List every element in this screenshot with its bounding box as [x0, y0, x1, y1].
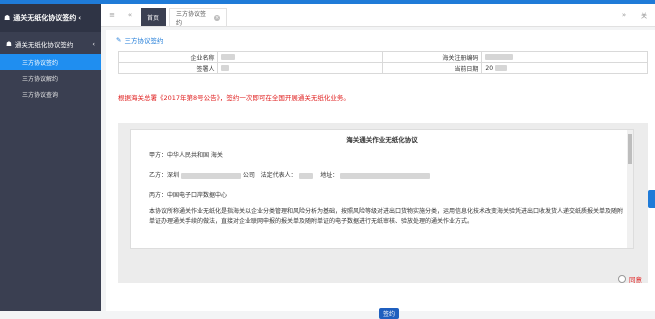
signer-label: 签署人 [117, 62, 219, 74]
date-value-text: 20 [485, 64, 494, 72]
tab-bar-right-label: 关 [641, 12, 648, 20]
table-row: 企业名称 海关注册编码 [117, 51, 648, 63]
radio-circle-icon[interactable] [618, 275, 626, 283]
sidebar-item-terminate[interactable]: 三方协议解约 [0, 70, 101, 86]
scrollbar[interactable] [627, 130, 633, 248]
customs-code-value [481, 51, 648, 63]
side-float-tab[interactable] [648, 190, 655, 208]
chevron-left-icon[interactable]: ‹ [78, 14, 81, 22]
sidebar-group[interactable]: ☗ 通关无纸化协议签约 ‹ [0, 36, 101, 52]
party-b-rep-label: 法定代表人： [260, 172, 297, 179]
sidebar-item-query[interactable]: 三方协议查询 [0, 86, 101, 102]
party-b: 乙方：深圳 公司 法定代表人： 地址： [149, 170, 431, 179]
menu-icon[interactable]: ≡ [103, 4, 121, 26]
company-name-value [217, 51, 383, 63]
main-panel: ✎ 三方协议签约 企业名称 海关注册编码 签署人 当前日期 20 根据海关总署《… [106, 30, 655, 319]
sign-button[interactable]: 签约 [379, 308, 399, 319]
tab-home-label: 首页 [147, 14, 160, 22]
date-value: 20 [481, 62, 648, 74]
company-name-label: 企业名称 [117, 51, 219, 63]
signer-value [217, 62, 383, 74]
panel-title: ✎ 三方协议签约 [116, 35, 163, 45]
tab-bar: ≡ « 首页 三方协议签约 × » 关 [101, 4, 655, 27]
sidebar-group-label: 通关无纸化协议签约 [14, 41, 74, 49]
info-table: 企业名称 海关注册编码 签署人 当前日期 20 [117, 51, 648, 74]
customs-code-label: 海关注册编码 [381, 51, 483, 63]
cubes-icon: ☗ [4, 14, 11, 22]
chevron-down-icon: ‹ [92, 40, 95, 48]
notice-text: 根据海关总署《2017年第8号公告》，签约一次即可在全国开展通关无纸化业务。 [118, 94, 350, 102]
sidebar-title: 通关无纸化协议签约 [13, 14, 77, 22]
party-b-addr-label: 地址： [320, 172, 339, 179]
sidebar-header: ☗ 通关无纸化协议签约 ‹ [0, 4, 101, 32]
panel-title-label: 三方协议签约 [124, 37, 164, 45]
double-right-icon[interactable]: » [615, 4, 633, 26]
tab-bar-right[interactable]: 关 [641, 4, 647, 26]
agreement-box: 海关通关作业无纸化协议 甲方：中华人民共和国 海关 乙方：深圳 公司 法定代表人… [118, 123, 648, 283]
scrollbar-thumb[interactable] [628, 134, 632, 164]
edit-icon: ✎ [116, 36, 122, 44]
sidebar-item-sign[interactable]: 三方协议签约 [0, 54, 101, 70]
sidebar: ☗ 通关无纸化协议签约 ‹ ☗ 通关无纸化协议签约 ‹ 三方协议签约 三方协议解… [0, 4, 101, 311]
sidebar-item-label: 三方协议签约 [22, 59, 59, 67]
agreement-title: 海关通关作业无纸化协议 [346, 136, 418, 144]
agreement-body: 本协议所称通关作业无纸化是指海关以企业分类管理和风险分析为基础，按照风险等级对进… [149, 208, 624, 225]
table-row: 签署人 当前日期 20 [117, 62, 648, 74]
close-icon[interactable]: × [214, 14, 220, 21]
agree-radio[interactable]: 同意 [618, 274, 642, 284]
party-c: 丙方：中国电子口岸数据中心 [149, 192, 228, 199]
double-left-icon[interactable]: « [121, 4, 139, 26]
agree-label: 同意 [629, 276, 642, 284]
sidebar-item-label: 三方协议解约 [22, 75, 59, 83]
party-a: 甲方：中华人民共和国 海关 [149, 152, 223, 159]
sidebar-item-label: 三方协议查询 [22, 91, 59, 99]
tab-current[interactable]: 三方协议签约 × [169, 8, 227, 27]
date-label: 当前日期 [381, 62, 483, 74]
agreement-document[interactable]: 海关通关作业无纸化协议 甲方：中华人民共和国 海关 乙方：深圳 公司 法定代表人… [130, 129, 634, 249]
cubes-icon: ☗ [6, 40, 12, 48]
tab-home[interactable]: 首页 [141, 8, 166, 26]
party-b-prefix: 乙方：深圳 [149, 172, 180, 179]
tab-current-label: 三方协议签约 [176, 10, 207, 27]
party-b-company: 公司 [242, 172, 255, 179]
